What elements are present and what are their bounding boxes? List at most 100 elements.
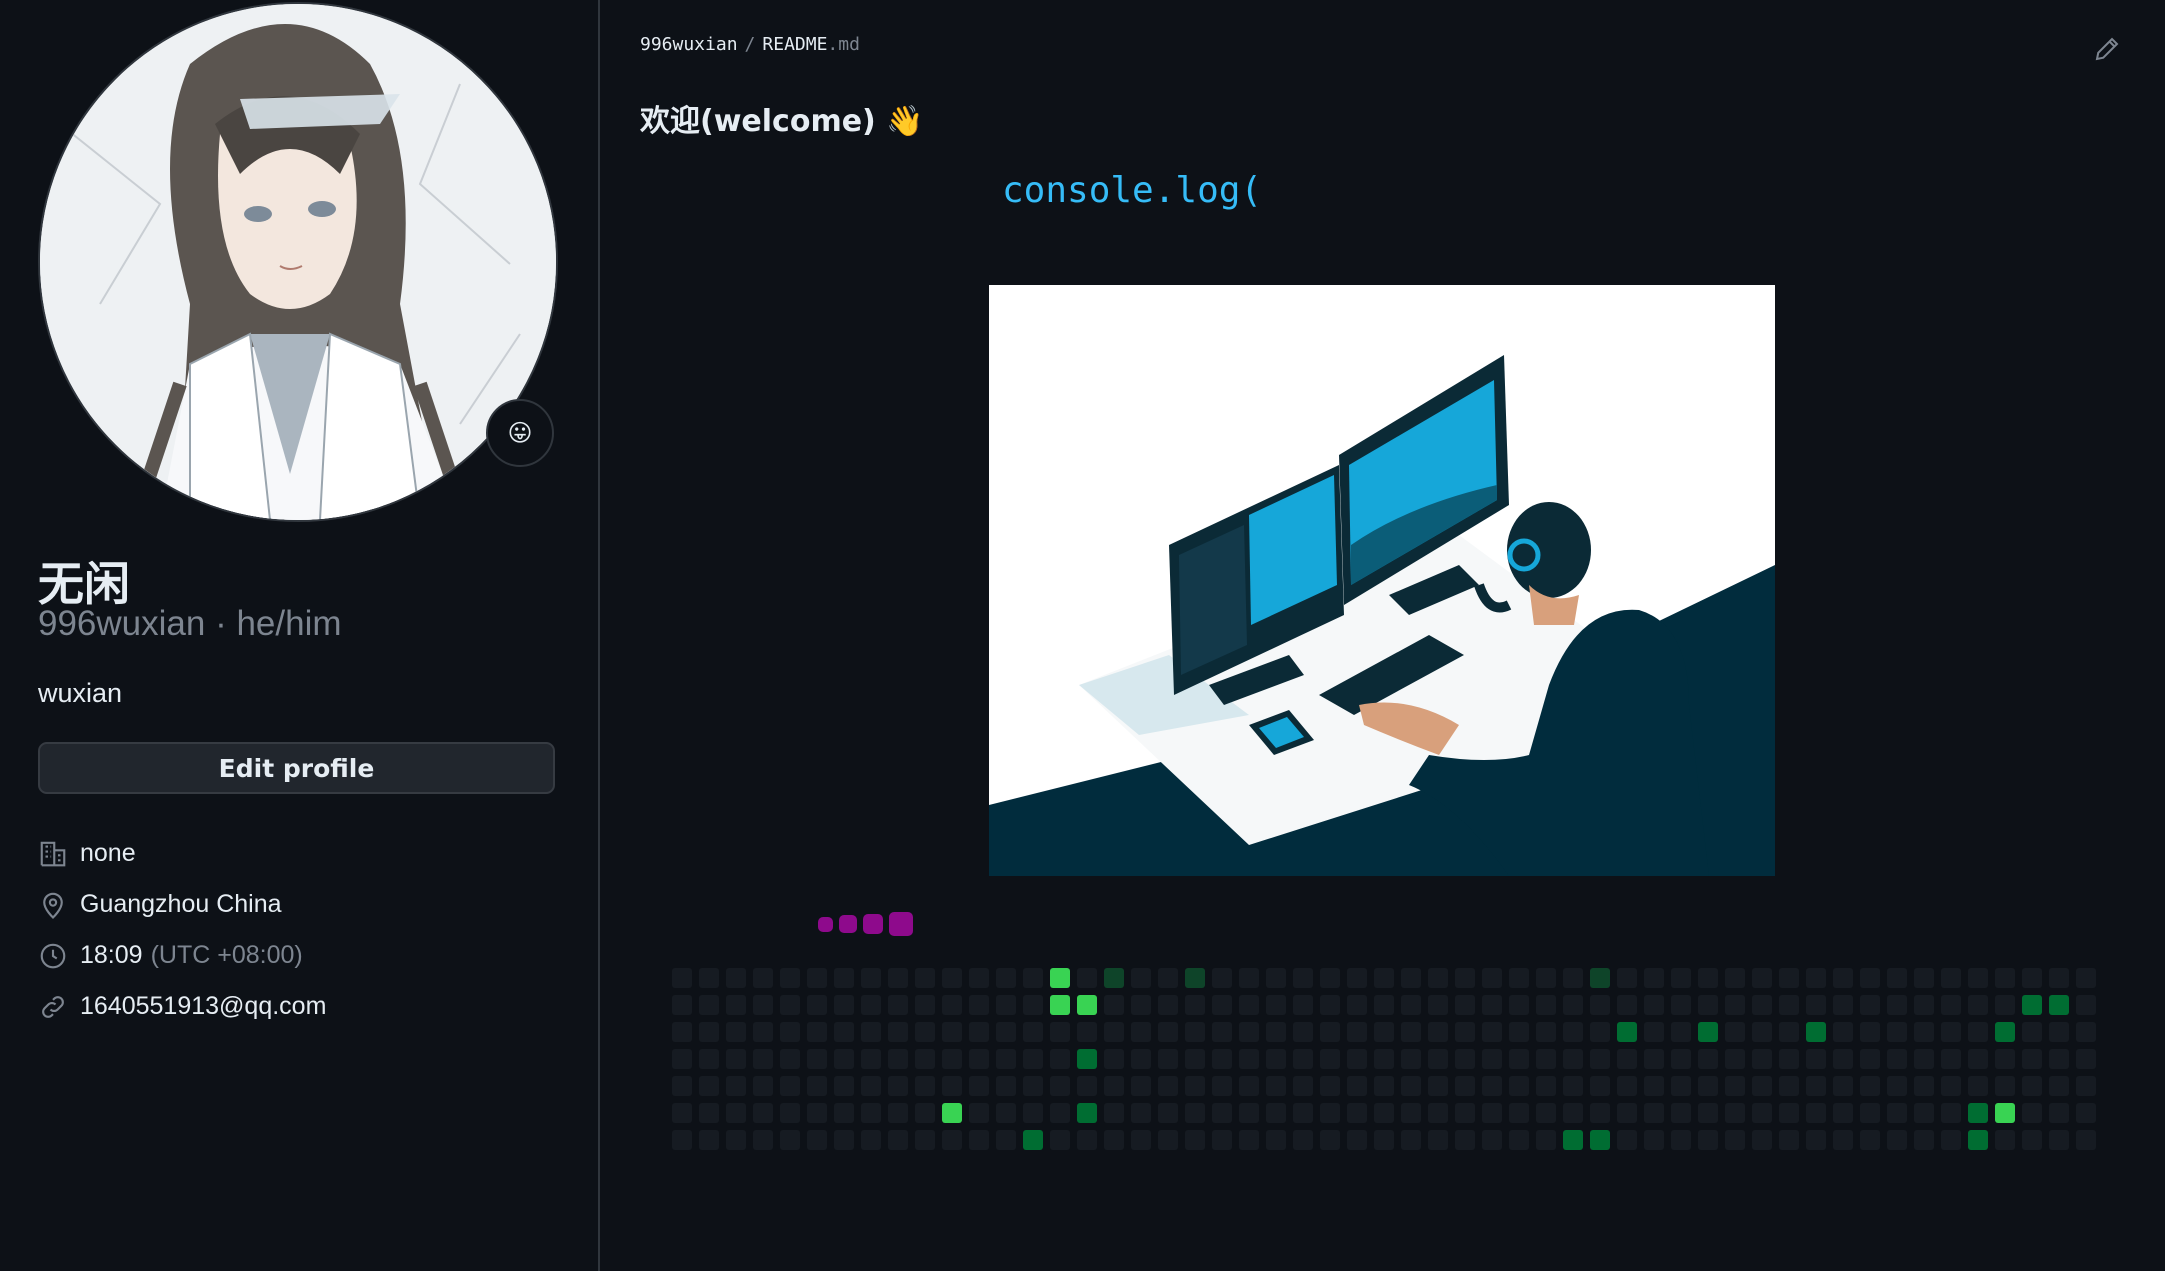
avatar-container: 😛 xyxy=(38,2,558,522)
contribution-cell xyxy=(1428,1076,1448,1096)
profile-sidebar: 😛 无闲 996wuxian · he/him wuxian Edit prof… xyxy=(0,0,598,1271)
contribution-cell xyxy=(1617,1103,1637,1123)
contribution-cell xyxy=(1212,1076,1232,1096)
detail-organization: none xyxy=(38,828,326,879)
contribution-cell xyxy=(1590,1103,1610,1123)
contribution-cell xyxy=(1995,968,2015,988)
contribution-cell xyxy=(888,968,908,988)
contribution-cell xyxy=(888,995,908,1015)
contribution-cell xyxy=(1023,968,1043,988)
contribution-cell xyxy=(1536,1076,1556,1096)
breadcrumb-separator: / xyxy=(744,34,756,55)
contribution-cell xyxy=(1671,1022,1691,1042)
avatar-illustration xyxy=(40,4,556,520)
contribution-cell xyxy=(1482,968,1502,988)
contribution-cell xyxy=(2076,1022,2096,1042)
profile-details: none Guangzhou China 18:09 (UTC +08:00) xyxy=(38,828,326,1032)
detail-timezone: (UTC +08:00) xyxy=(150,941,303,969)
contribution-cell xyxy=(1509,1022,1529,1042)
contribution-cell xyxy=(699,1076,719,1096)
breadcrumb-owner[interactable]: 996wuxian xyxy=(640,34,738,55)
contribution-cell xyxy=(1401,1049,1421,1069)
contribution-cell xyxy=(726,1022,746,1042)
contribution-cell xyxy=(1266,1022,1286,1042)
contribution-cell xyxy=(969,1076,989,1096)
contribution-cell xyxy=(1698,1022,1718,1042)
contribution-cell xyxy=(1887,968,1907,988)
contribution-cell xyxy=(1104,1130,1124,1150)
detail-text[interactable]: 1640551913@qq.com xyxy=(80,992,326,1021)
contribution-cell xyxy=(1158,1130,1178,1150)
contribution-cell xyxy=(1563,1022,1583,1042)
contribution-cell xyxy=(1725,968,1745,988)
contribution-cell xyxy=(1806,1022,1826,1042)
contribution-cell xyxy=(1671,1130,1691,1150)
contribution-cell xyxy=(1158,1049,1178,1069)
contribution-cell xyxy=(996,1022,1016,1042)
contribution-cell xyxy=(1293,1049,1313,1069)
contribution-cell xyxy=(861,995,881,1015)
contribution-cell xyxy=(1725,1130,1745,1150)
contribution-cell xyxy=(1401,1103,1421,1123)
contribution-cell xyxy=(1752,1130,1772,1150)
contribution-cell xyxy=(1779,1130,1799,1150)
contribution-cell xyxy=(1563,1103,1583,1123)
snake-segment xyxy=(818,916,833,932)
contribution-cell xyxy=(1104,1103,1124,1123)
contribution-cell xyxy=(1995,1076,2015,1096)
contribution-cell xyxy=(1293,1103,1313,1123)
contribution-cell xyxy=(1860,1130,1880,1150)
contribution-cell xyxy=(969,968,989,988)
contribution-cell xyxy=(1158,1022,1178,1042)
contribution-cell xyxy=(1320,995,1340,1015)
contribution-cell xyxy=(1968,1049,1988,1069)
pencil-icon[interactable] xyxy=(2092,34,2122,64)
contribution-cell xyxy=(1779,968,1799,988)
contribution-cell xyxy=(1023,1022,1043,1042)
contribution-cell xyxy=(1266,1130,1286,1150)
detail-email-link[interactable]: 1640551913@qq.com xyxy=(38,981,326,1032)
contribution-cell xyxy=(996,1076,1016,1096)
contribution-cell xyxy=(942,1076,962,1096)
contribution-cell xyxy=(1293,995,1313,1015)
contribution-cell xyxy=(1698,1103,1718,1123)
contribution-cell xyxy=(672,995,692,1015)
contribution-cell xyxy=(1968,1130,1988,1150)
contribution-cell xyxy=(834,1076,854,1096)
detail-local-time: 18:09 (UTC +08:00) xyxy=(38,930,326,981)
contribution-cell xyxy=(1887,1076,1907,1096)
contribution-cell xyxy=(888,1022,908,1042)
contribution-cell xyxy=(1428,1130,1448,1150)
status-emoji-button[interactable]: 😛 xyxy=(486,399,554,467)
contribution-cell xyxy=(1671,1076,1691,1096)
contribution-cell xyxy=(1833,1049,1853,1069)
snake-animation xyxy=(818,912,913,936)
contribution-cell xyxy=(1887,1049,1907,1069)
contribution-cell xyxy=(1185,995,1205,1015)
contribution-cell xyxy=(915,1049,935,1069)
contribution-cell xyxy=(942,968,962,988)
contribution-cell xyxy=(1860,1022,1880,1042)
contribution-cell xyxy=(1536,1103,1556,1123)
contribution-cell xyxy=(1590,1130,1610,1150)
contribution-cell xyxy=(1644,968,1664,988)
contribution-cell xyxy=(726,995,746,1015)
contribution-cell xyxy=(969,1049,989,1069)
contribution-cell xyxy=(1806,968,1826,988)
contribution-cell xyxy=(2076,968,2096,988)
edit-profile-button[interactable]: Edit profile xyxy=(38,742,555,794)
contribution-cell xyxy=(1374,968,1394,988)
contribution-cell xyxy=(2022,995,2042,1015)
contribution-cell xyxy=(1293,1022,1313,1042)
contribution-cell xyxy=(1050,1103,1070,1123)
contribution-cell xyxy=(2076,1130,2096,1150)
contribution-cell xyxy=(1428,995,1448,1015)
contribution-cell xyxy=(1104,995,1124,1015)
contribution-cell xyxy=(1077,1103,1097,1123)
contribution-cell xyxy=(672,1103,692,1123)
contribution-cell xyxy=(1671,968,1691,988)
avatar[interactable] xyxy=(38,2,558,522)
contribution-cell xyxy=(1860,1076,1880,1096)
contribution-cell xyxy=(780,968,800,988)
contribution-cell xyxy=(753,1130,773,1150)
